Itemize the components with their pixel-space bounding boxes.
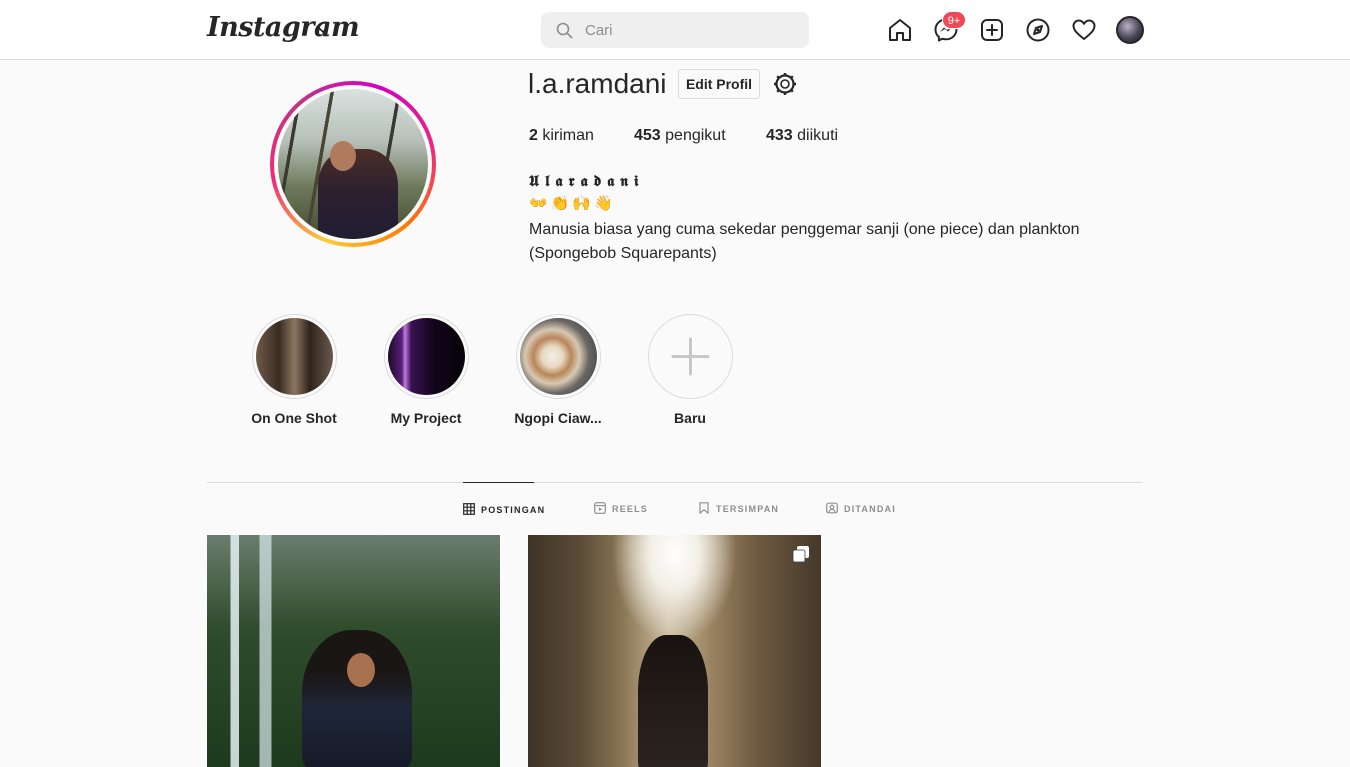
avatar-face (330, 141, 356, 171)
post-face (347, 653, 375, 687)
post-figure (638, 635, 708, 767)
highlight-ring (516, 314, 601, 399)
followers-count-label: pengikut (665, 127, 726, 144)
carousel-multiple-icon (792, 546, 809, 563)
search-input[interactable] (585, 12, 795, 48)
tab-saved[interactable]: TERSIMPAN (698, 482, 778, 534)
search-icon (556, 22, 573, 39)
highlight-ngopi[interactable]: Ngopi Ciaw... (498, 314, 618, 434)
explore-icon[interactable] (1025, 17, 1051, 43)
reels-icon (594, 502, 606, 514)
posts-count: 2 kiriman (529, 127, 594, 145)
profile-picture[interactable] (270, 81, 436, 247)
new-post-icon[interactable] (979, 17, 1005, 43)
bookmark-icon (699, 502, 709, 514)
tab-reels-label: REELS (612, 504, 649, 514)
edit-profile-button[interactable]: Edit Profil (678, 69, 760, 99)
highlight-ring (648, 314, 733, 399)
plus-icon (671, 337, 710, 376)
search-box[interactable] (541, 12, 809, 48)
highlight-cover (256, 318, 333, 395)
avatar-photo (278, 89, 428, 239)
top-navbar: Instagram 9+ (0, 0, 1350, 60)
tab-saved-label: TERSIMPAN (716, 504, 780, 514)
highlight-my-project[interactable]: My Project (366, 314, 486, 434)
following-count[interactable]: 433 diikuti (766, 127, 838, 145)
activity-heart-icon[interactable] (1071, 17, 1097, 43)
tab-posts[interactable]: POSTINGAN (463, 482, 544, 534)
highlight-cover (520, 318, 597, 395)
post-thumbnail[interactable] (528, 535, 821, 767)
chevron-down-icon[interactable] (316, 22, 330, 36)
post-thumbnail[interactable] (207, 535, 500, 767)
tagged-person-icon (826, 502, 838, 514)
followers-count-value: 453 (634, 127, 661, 144)
profile-bio: Manusia biasa yang cuma sekedar penggema… (529, 221, 1080, 262)
tab-tagged-label: DITANDAI (844, 504, 896, 514)
tab-reels[interactable]: REELS (594, 482, 654, 534)
tab-posts-label: POSTINGAN (481, 505, 546, 515)
profile-full-name: 𝖀𝖑𝖆𝖗𝖆𝖉𝖆𝖓𝖎 (529, 172, 645, 190)
home-icon[interactable] (887, 17, 913, 43)
instagram-logo[interactable]: Instagram (207, 12, 360, 43)
highlight-ring (252, 314, 337, 399)
followers-count[interactable]: 453 pengikut (634, 127, 726, 145)
highlight-label: Ngopi Ciaw... (514, 410, 602, 426)
tabs-divider (207, 482, 1142, 483)
highlight-on-one-shot[interactable]: On One Shot (234, 314, 354, 434)
highlight-ring (384, 314, 469, 399)
following-count-value: 433 (766, 127, 793, 144)
highlight-label: On One Shot (251, 410, 337, 426)
following-count-label: diikuti (797, 127, 839, 144)
post-figure (302, 630, 412, 767)
profile-avatar[interactable] (1116, 16, 1144, 44)
avatar-figure (318, 149, 398, 239)
profile-username: l.a.ramdani (528, 68, 667, 99)
grid-icon (463, 503, 475, 515)
posts-count-value: 2 (529, 127, 538, 144)
highlight-label: Baru (674, 410, 706, 426)
posts-count-label: kiriman (542, 127, 594, 144)
highlight-label: My Project (390, 410, 462, 426)
highlight-cover (388, 318, 465, 395)
notification-badge: 9+ (942, 11, 966, 29)
tab-tagged[interactable]: DITANDAI (826, 482, 896, 534)
settings-gear-icon[interactable] (772, 71, 798, 97)
avatar-inner-border (274, 85, 432, 243)
bio-emoji-line: 👐👏🙌👋 (529, 195, 616, 212)
highlight-new[interactable]: Baru (630, 314, 750, 434)
